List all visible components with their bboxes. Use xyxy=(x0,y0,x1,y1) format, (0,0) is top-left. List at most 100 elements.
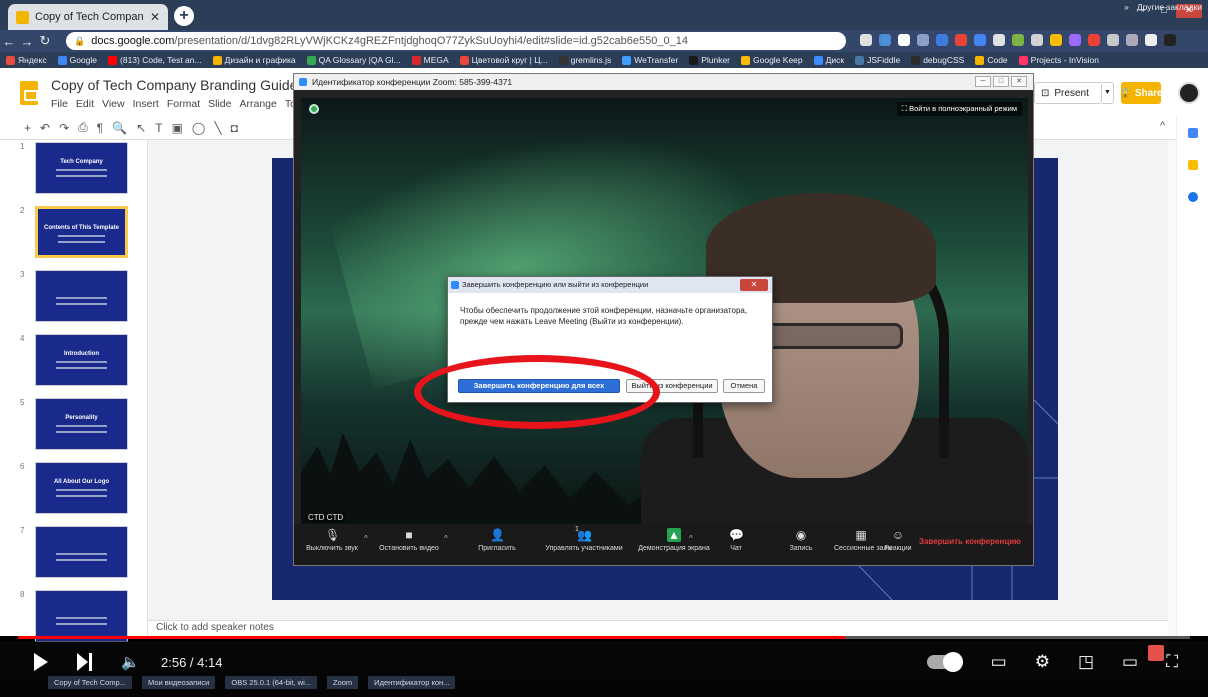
close-icon[interactable]: ✕ xyxy=(1011,76,1027,87)
toolbar-reactions-button[interactable]: ☺ Реакции xyxy=(882,528,914,552)
extension-icon[interactable] xyxy=(898,34,910,46)
extension-icon[interactable] xyxy=(936,34,948,46)
bookmark-item[interactable]: QA Glossary |QA Gl... xyxy=(306,55,401,65)
autoplay-toggle[interactable] xyxy=(926,652,963,672)
new-tab-icon[interactable]: + xyxy=(174,6,194,26)
bookmark-item[interactable]: Plunker xyxy=(689,55,730,65)
share-button[interactable]: 🔒 Share xyxy=(1119,82,1163,104)
slide-thumbnail[interactable] xyxy=(35,270,128,322)
bookmark-item[interactable]: Code xyxy=(975,55,1008,65)
menu-item-arrange[interactable]: Arrange xyxy=(239,98,276,110)
bookmark-item[interactable]: Дизайн и графика xyxy=(212,55,296,65)
toolbar-participants-button[interactable]: 👥 Управлять участниками xyxy=(544,528,624,552)
maximize-icon[interactable]: □ xyxy=(993,76,1009,87)
select-icon[interactable]: ↖ xyxy=(136,121,146,135)
undo-icon[interactable]: ↶ xyxy=(40,121,50,135)
taskbar-item[interactable]: Zoom xyxy=(327,676,359,689)
slide-thumbnail[interactable]: All About Our Logo xyxy=(35,462,128,514)
extension-icon[interactable] xyxy=(993,34,1005,46)
speaker-notes[interactable]: Click to add speaker notes xyxy=(148,620,1168,636)
bookmark-item[interactable]: Цветовой круг | Ц... xyxy=(459,55,548,65)
bookmark-item[interactable]: (813) Code, Test an... xyxy=(108,55,202,65)
menu-item-file[interactable]: File xyxy=(51,98,68,110)
slide-thumbnail[interactable]: Tech Company xyxy=(35,142,128,194)
toolbar-record-button[interactable]: ◉ Запись xyxy=(784,528,818,552)
bookmark-item[interactable]: Яндекс xyxy=(6,55,47,65)
extension-icon[interactable] xyxy=(974,34,986,46)
toolbar-breakout-rooms-button[interactable]: ▦ Сессионные залы xyxy=(834,528,893,552)
toolbar-chat-button[interactable]: 💬 Чат xyxy=(726,528,746,552)
taskbar-item[interactable]: OBS 25.0.1 (64-bit, wi... xyxy=(225,676,317,689)
menu-item-view[interactable]: View xyxy=(102,98,125,110)
toolbar-invite-button[interactable]: 👤 Пригласить xyxy=(474,528,520,552)
bookmark-item[interactable]: Google xyxy=(57,55,97,65)
video-progress-bar[interactable] xyxy=(18,636,1190,639)
extension-icon[interactable] xyxy=(1031,34,1043,46)
bookmark-item[interactable]: Projects - InVision xyxy=(1018,55,1099,65)
slide-thumbnail[interactable]: Contents of This Template xyxy=(35,206,128,258)
star-icon[interactable] xyxy=(860,34,872,46)
extension-icon[interactable] xyxy=(879,34,891,46)
slide-thumbnail[interactable]: Introduction xyxy=(35,334,128,386)
image-icon[interactable]: ▣ xyxy=(172,121,183,135)
tasks-icon[interactable] xyxy=(1188,192,1198,202)
minimize-icon[interactable]: ─ xyxy=(975,76,991,87)
mute-options-caret-icon[interactable]: ^ xyxy=(364,534,368,543)
dialog-close-icon[interactable]: ✕ xyxy=(740,279,768,291)
keep-icon[interactable] xyxy=(1188,160,1198,170)
add-icon[interactable]: + xyxy=(24,121,31,135)
reload-icon[interactable]: ↻ xyxy=(36,33,54,49)
menu-item-insert[interactable]: Insert xyxy=(133,98,159,110)
taskbar-item[interactable]: Copy of Tech Comp... xyxy=(48,676,132,689)
zoom-icon[interactable]: 🔍 xyxy=(112,121,127,135)
extension-icon[interactable] xyxy=(917,34,929,46)
line-icon[interactable]: ╲ xyxy=(214,121,221,135)
extension-icon[interactable] xyxy=(1126,34,1138,46)
extension-icon[interactable] xyxy=(955,34,967,46)
other-bookmarks[interactable]: » Другие закладки xyxy=(1124,2,1202,12)
present-button[interactable]: ⊡ Present xyxy=(1034,82,1102,104)
menu-item-slide[interactable]: Slide xyxy=(208,98,231,110)
bookmark-item[interactable]: JSFiddle xyxy=(855,55,900,65)
slide-thumbnail[interactable] xyxy=(35,526,128,578)
extension-icon[interactable] xyxy=(1107,34,1119,46)
extension-icon[interactable] xyxy=(1069,34,1081,46)
extension-icon[interactable] xyxy=(1012,34,1024,46)
toolbar-video-camera-button[interactable]: ■ Остановить видео xyxy=(374,528,444,552)
slide-thumbnail[interactable]: Personality xyxy=(35,398,128,450)
browser-tab[interactable]: Copy of Tech Company Branding ✕ xyxy=(8,4,168,30)
end-meeting-button[interactable]: Завершить конференцию xyxy=(919,537,1021,546)
share-options-caret-icon[interactable]: ^ xyxy=(689,534,693,543)
bookmark-item[interactable]: gremlins.js xyxy=(558,55,611,65)
print-icon[interactable]: ⎙ xyxy=(78,120,88,135)
bookmark-item[interactable]: Диск xyxy=(813,55,844,65)
menu-item-edit[interactable]: Edit xyxy=(76,98,94,110)
close-tab-icon[interactable]: ✕ xyxy=(150,10,160,24)
redo-icon[interactable]: ↷ xyxy=(59,121,69,135)
taskbar-item[interactable]: Идентификатор кон... xyxy=(368,676,456,689)
present-dropdown-icon[interactable]: ▼ xyxy=(1102,82,1114,104)
extension-icon[interactable] xyxy=(1088,34,1100,46)
menu-item-format[interactable]: Format xyxy=(167,98,200,110)
toolbar-share-screen-button[interactable]: ▲ Демонстрация экрана xyxy=(634,528,714,552)
comment-icon[interactable]: ◘ xyxy=(231,121,238,135)
forward-icon[interactable]: → xyxy=(18,34,36,49)
collapse-toolbar-icon[interactable]: ^ xyxy=(1160,120,1165,132)
extension-icon[interactable] xyxy=(1145,34,1157,46)
cancel-button[interactable]: Отмена xyxy=(723,379,765,393)
extension-icon[interactable] xyxy=(1050,34,1062,46)
calendar-icon[interactable] xyxy=(1188,128,1198,138)
bookmark-item[interactable]: MEGA xyxy=(411,55,449,65)
fullscreen-button[interactable]: ⛶ Войти в полноэкранный режим xyxy=(896,102,1022,116)
avatar[interactable] xyxy=(1178,82,1200,104)
paint-format-icon[interactable]: ¶ xyxy=(97,121,103,135)
bookmark-item[interactable]: Google Keep xyxy=(741,55,803,65)
profile-icon[interactable] xyxy=(1164,34,1176,46)
toolbar-microphone-button[interactable]: 🎙 Выключить звук xyxy=(302,528,362,552)
video-options-caret-icon[interactable]: ^ xyxy=(444,534,448,543)
textbox-icon[interactable]: T xyxy=(155,121,162,135)
bookmark-item[interactable]: debugCSS xyxy=(911,55,964,65)
shape-icon[interactable]: ◯ xyxy=(192,121,205,135)
back-icon[interactable]: ← xyxy=(0,34,18,49)
slides-logo-icon[interactable] xyxy=(20,81,38,105)
